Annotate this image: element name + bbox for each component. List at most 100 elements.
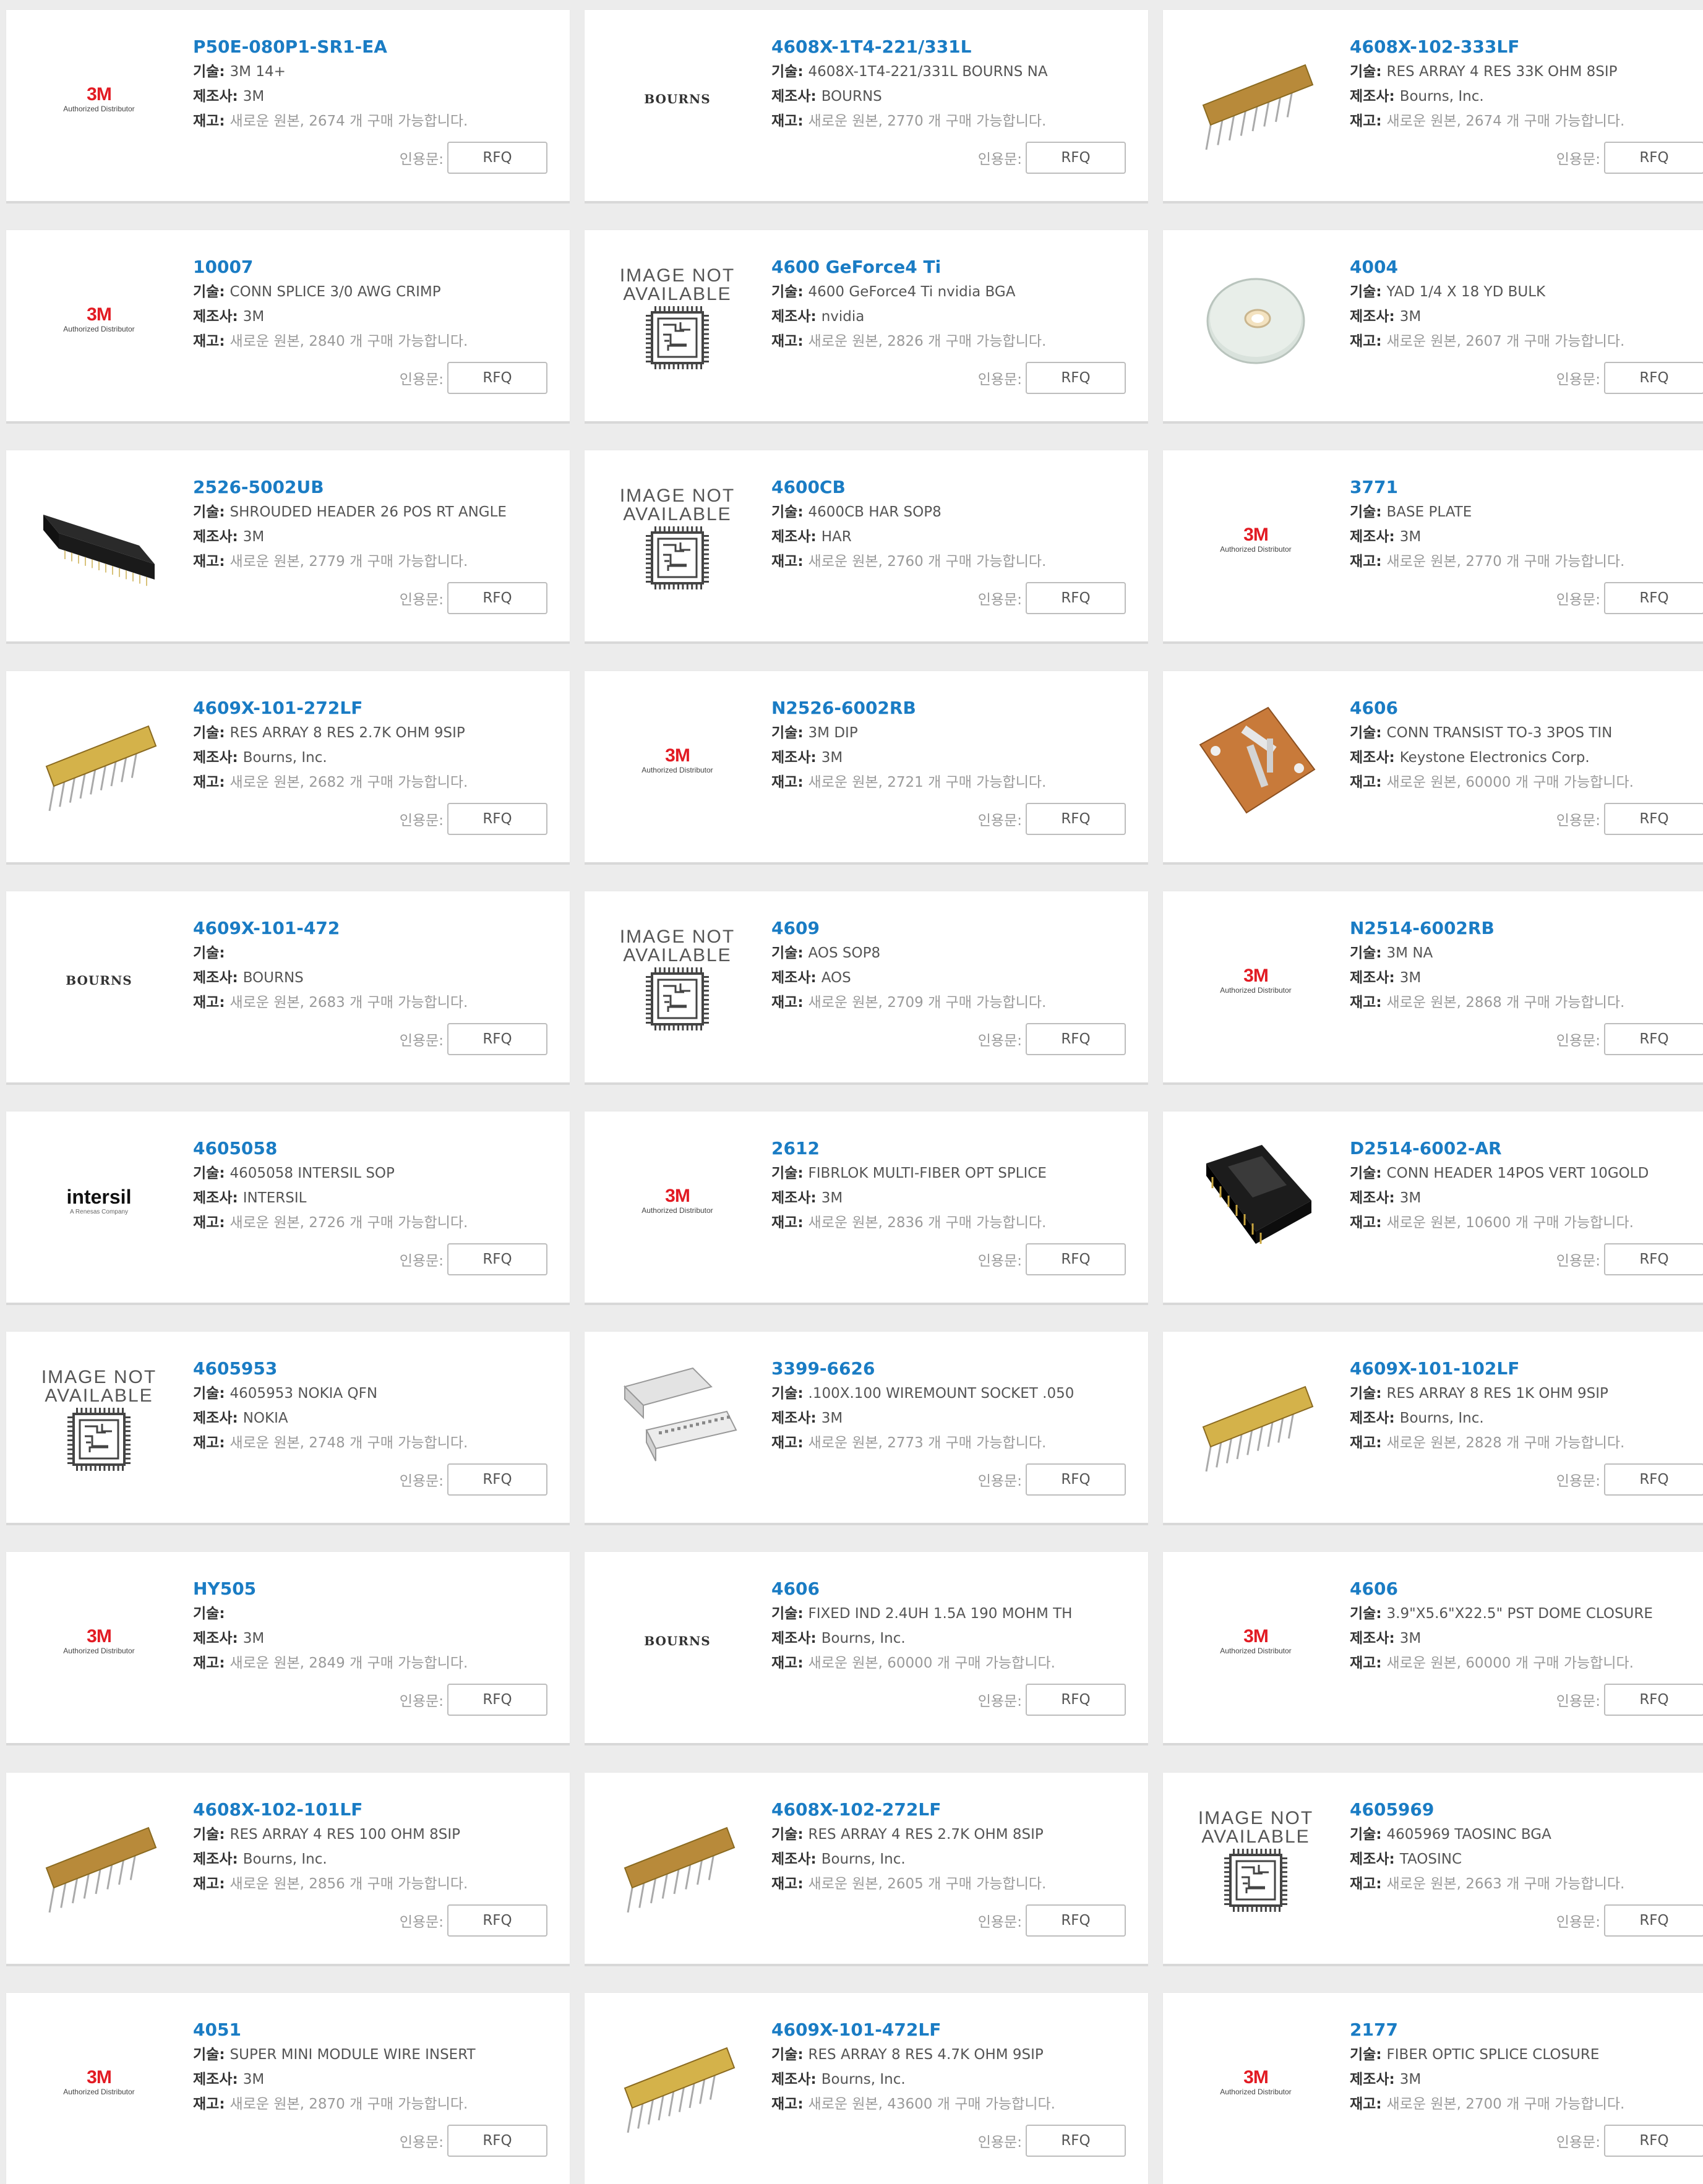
part-number-link[interactable]: 4606 [1350, 696, 1703, 721]
part-number-link[interactable]: 4608X-102-101LF [193, 1797, 551, 1822]
product-image[interactable]: 3M Authorized Distributor [31, 1569, 167, 1713]
part-number-link[interactable]: 4605058 [193, 1136, 551, 1161]
rfq-button[interactable]: RFQ [1026, 1463, 1126, 1496]
manufacturer-value: HAR [821, 529, 852, 545]
part-number-link[interactable]: 4609X-101-272LF [193, 696, 551, 721]
product-image[interactable]: IMAGE NOT AVAILABLE [31, 1349, 167, 1492]
product-image[interactable] [1188, 247, 1324, 391]
manufacturer-row: 제조사: AOS [771, 966, 1130, 990]
rfq-button[interactable]: RFQ [1026, 362, 1126, 394]
rfq-button[interactable]: RFQ [1604, 1243, 1703, 1275]
part-number-link[interactable]: 4600CB [771, 475, 1130, 500]
rfq-button[interactable]: RFQ [447, 1023, 547, 1055]
part-number-link[interactable]: 2526-5002UB [193, 475, 551, 500]
rfq-button[interactable]: RFQ [1604, 1023, 1703, 1055]
rfq-button[interactable]: RFQ [447, 1463, 547, 1496]
product-image[interactable]: 3M Authorized Distributor [609, 1129, 745, 1272]
product-image[interactable] [1188, 1129, 1324, 1272]
part-number-link[interactable]: 4608X-102-272LF [771, 1797, 1130, 1822]
tech-label: 기술: [1350, 504, 1382, 520]
product-image[interactable] [1188, 1349, 1324, 1492]
part-number-link[interactable]: 4608X-1T4-221/331L [771, 35, 1130, 59]
rfq-button[interactable]: RFQ [447, 362, 547, 394]
rfq-button[interactable]: RFQ [1604, 1684, 1703, 1716]
product-info: 4600CB 기술: 4600CB HAR SOP8 제조사: HAR 재고: 새로운… [771, 475, 1130, 574]
part-number-link[interactable]: 4609 [771, 916, 1130, 941]
part-number-link[interactable]: 4609X-101-102LF [1350, 1356, 1703, 1381]
rfq-button[interactable]: RFQ [447, 1243, 547, 1275]
rfq-button[interactable]: RFQ [447, 2125, 547, 2157]
quote-label: 인용문: [977, 813, 1022, 829]
product-image[interactable]: 3M Authorized Distributor [1188, 1569, 1324, 1713]
tech-label: 기술: [771, 284, 804, 300]
product-image[interactable]: intersil A Renesas Company [31, 1129, 167, 1272]
rfq-area: 인용문: RFQ [978, 1243, 1126, 1275]
rfq-button[interactable]: RFQ [1604, 2125, 1703, 2157]
part-number-link[interactable]: 4606 [771, 1577, 1130, 1601]
product-image[interactable] [609, 1790, 745, 1933]
product-image[interactable]: IMAGE NOT AVAILABLE [609, 909, 745, 1052]
product-image[interactable] [31, 1790, 167, 1933]
rfq-button[interactable]: RFQ [1026, 1904, 1126, 1937]
product-image[interactable]: 3M Authorized Distributor [31, 247, 167, 391]
product-image[interactable]: 3M Authorized Distributor [1188, 468, 1324, 611]
part-number-link[interactable]: 10007 [193, 255, 551, 280]
tech-label: 기술: [1350, 1165, 1382, 1181]
product-image[interactable]: BOURNS [31, 909, 167, 1052]
product-image[interactable]: BOURNS [609, 27, 745, 171]
rfq-button[interactable]: RFQ [1604, 142, 1703, 174]
rfq-button[interactable]: RFQ [1026, 2125, 1126, 2157]
product-image[interactable]: BOURNS [609, 1569, 745, 1713]
part-number-link[interactable]: 4600 GeForce4 Ti [771, 255, 1130, 280]
product-image[interactable]: 3M Authorized Distributor [31, 2010, 167, 2154]
product-image[interactable]: IMAGE NOT AVAILABLE [609, 468, 745, 611]
product-image[interactable]: 3M Authorized Distributor [31, 27, 167, 171]
product-image[interactable] [1188, 688, 1324, 832]
rfq-button[interactable]: RFQ [1026, 1243, 1126, 1275]
product-image[interactable] [31, 688, 167, 832]
rfq-button[interactable]: RFQ [447, 582, 547, 614]
product-image[interactable]: 3M Authorized Distributor [1188, 2010, 1324, 2154]
product-image[interactable]: IMAGE NOT AVAILABLE [1188, 1790, 1324, 1933]
product-image[interactable] [609, 2010, 745, 2154]
rfq-button[interactable]: RFQ [1604, 582, 1703, 614]
rfq-button[interactable]: RFQ [1604, 1463, 1703, 1496]
rfq-button[interactable]: RFQ [447, 1904, 547, 1937]
product-image[interactable]: IMAGE NOT AVAILABLE [609, 247, 745, 391]
rfq-button[interactable]: RFQ [1026, 1684, 1126, 1716]
rfq-button[interactable]: RFQ [1604, 1904, 1703, 1937]
rfq-button[interactable]: RFQ [1026, 803, 1126, 835]
part-number-link[interactable]: 3771 [1350, 475, 1703, 500]
rfq-button[interactable]: RFQ [1026, 1023, 1126, 1055]
rfq-button[interactable]: RFQ [1026, 582, 1126, 614]
part-number-link[interactable]: 2612 [771, 1136, 1130, 1161]
part-number-link[interactable]: 3399-6626 [771, 1356, 1130, 1381]
part-number-link[interactable]: 4609X-101-472 [193, 916, 551, 941]
product-image[interactable] [609, 1349, 745, 1492]
part-number-link[interactable]: 4606 [1350, 1577, 1703, 1601]
rfq-button[interactable]: RFQ [1604, 362, 1703, 394]
product-image[interactable]: 3M Authorized Distributor [1188, 909, 1324, 1052]
rfq-button[interactable]: RFQ [447, 142, 547, 174]
part-number-link[interactable]: 4608X-102-333LF [1350, 35, 1703, 59]
part-number-link[interactable]: 4605969 [1350, 1797, 1703, 1822]
part-number-link[interactable]: D2514-6002-AR [1350, 1136, 1703, 1161]
rfq-button[interactable]: RFQ [1026, 142, 1126, 174]
rfq-button[interactable]: RFQ [447, 803, 547, 835]
part-number-link[interactable]: 4004 [1350, 255, 1703, 280]
rfq-button[interactable]: RFQ [447, 1684, 547, 1716]
product-image[interactable] [31, 468, 167, 611]
part-number-link[interactable]: N2514-6002RB [1350, 916, 1703, 941]
product-image[interactable] [1188, 27, 1324, 171]
part-number-link[interactable]: P50E-080P1-SR1-EA [193, 35, 551, 59]
rfq-button[interactable]: RFQ [1604, 803, 1703, 835]
part-number-link[interactable]: 4051 [193, 2018, 551, 2042]
part-number-link[interactable]: 4605953 [193, 1356, 551, 1381]
part-number-link[interactable]: N2526-6002RB [771, 696, 1130, 721]
quote-label: 인용문: [1556, 813, 1600, 829]
part-number-link[interactable]: 2177 [1350, 2018, 1703, 2042]
product-image[interactable]: 3M Authorized Distributor [609, 688, 745, 832]
rfq-area: 인용문: RFQ [400, 1023, 547, 1055]
part-number-link[interactable]: HY505 [193, 1577, 551, 1601]
part-number-link[interactable]: 4609X-101-472LF [771, 2018, 1130, 2042]
